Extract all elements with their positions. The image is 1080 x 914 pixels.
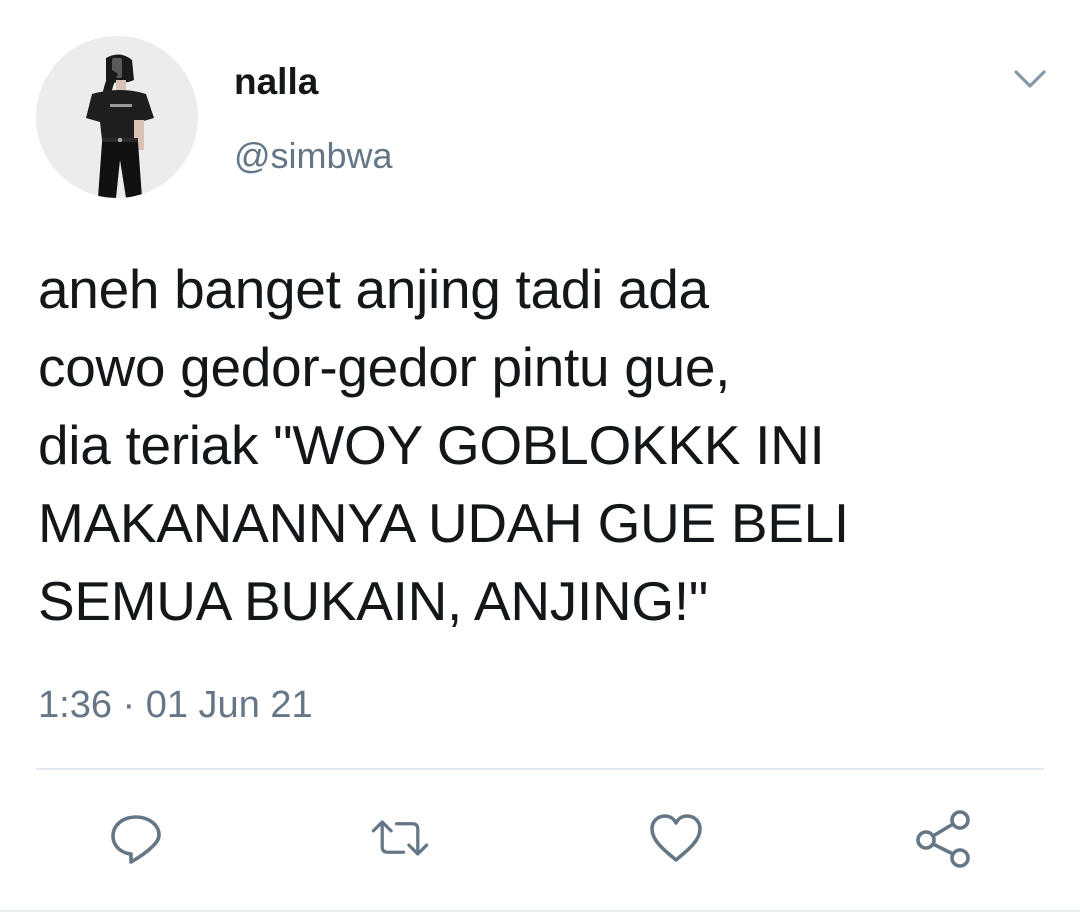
reply-icon: [111, 815, 161, 864]
bottom-divider: [0, 910, 1080, 912]
tweet-timestamp[interactable]: 1:36 · 01 Jun 21: [38, 682, 313, 728]
avatar[interactable]: [36, 36, 198, 198]
heart-icon: [650, 814, 702, 862]
retweet-button[interactable]: [368, 806, 432, 870]
divider: [36, 768, 1044, 770]
like-button[interactable]: [644, 806, 708, 870]
share-button[interactable]: [912, 806, 976, 870]
reply-button[interactable]: [104, 806, 168, 870]
chevron-down-icon[interactable]: [1008, 58, 1052, 98]
retweet-icon: [371, 820, 429, 856]
avatar-image: [36, 36, 198, 198]
user-handle[interactable]: @simbwa: [234, 134, 393, 178]
tweet-card: nalla @simbwa aneh banget anjing tadi ad…: [0, 0, 1080, 914]
display-name[interactable]: nalla: [234, 60, 318, 104]
tweet-text: aneh banget anjing tadi ada cowo gedor-g…: [38, 258, 849, 632]
share-icon: [916, 810, 970, 868]
